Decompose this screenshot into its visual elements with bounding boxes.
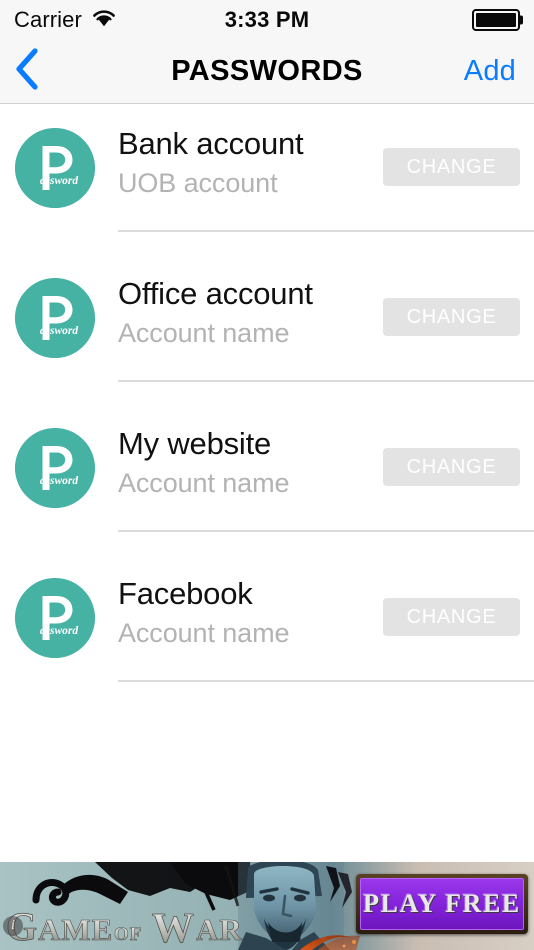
wifi-icon bbox=[91, 8, 117, 32]
list-item-title: Bank account bbox=[118, 126, 304, 161]
play-free-label: PLAY FREE bbox=[363, 889, 521, 918]
list-item-subtitle: Account name bbox=[118, 468, 290, 498]
svg-text:assword: assword bbox=[40, 475, 79, 487]
list-item-texts: Facebook Account name bbox=[118, 572, 383, 652]
list-item[interactable]: assword Bank account UOB account CHANGE bbox=[0, 104, 534, 254]
list-separator bbox=[118, 680, 534, 682]
list-separator bbox=[118, 230, 534, 232]
add-button[interactable]: Add bbox=[464, 40, 516, 103]
status-bar-left: Carrier bbox=[14, 7, 117, 33]
back-button[interactable] bbox=[14, 40, 70, 103]
password-list: assword Bank account UOB account CHANGE … bbox=[0, 104, 534, 704]
change-button[interactable]: CHANGE bbox=[383, 148, 520, 186]
list-separator bbox=[118, 380, 534, 382]
list-item-title: Facebook bbox=[118, 576, 253, 611]
list-item-texts: Bank account UOB account bbox=[118, 122, 383, 202]
chevron-left-icon bbox=[14, 48, 40, 95]
list-item-title: Office account bbox=[118, 276, 313, 311]
svg-text:assword: assword bbox=[40, 175, 79, 187]
ad-info-icon[interactable]: i bbox=[3, 916, 23, 936]
navigation-bar: PASSWORDS Add bbox=[0, 40, 534, 104]
play-free-button[interactable]: PLAY FREE bbox=[356, 874, 528, 934]
svg-text:AR: AR bbox=[196, 912, 243, 947]
password-logo-icon: assword bbox=[15, 278, 95, 358]
password-logo-icon: assword bbox=[15, 428, 95, 508]
list-item-subtitle: UOB account bbox=[118, 168, 278, 198]
list-item-title: My website bbox=[118, 426, 272, 461]
svg-text:AME: AME bbox=[38, 912, 113, 947]
list-item[interactable]: assword Office account Account name CHAN… bbox=[0, 254, 534, 404]
list-item-texts: My website Account name bbox=[118, 422, 383, 502]
carrier-label: Carrier bbox=[14, 7, 82, 32]
change-button[interactable]: CHANGE bbox=[383, 298, 520, 336]
list-item-texts: Office account Account name bbox=[118, 272, 383, 352]
page-title: PASSWORDS bbox=[171, 55, 363, 87]
list-item[interactable]: assword Facebook Account name CHANGE bbox=[0, 554, 534, 704]
change-button[interactable]: CHANGE bbox=[383, 448, 520, 486]
password-logo-icon: assword bbox=[15, 128, 95, 208]
status-bar-right bbox=[472, 9, 523, 31]
list-item-subtitle: Account name bbox=[118, 618, 290, 648]
list-separator bbox=[118, 530, 534, 532]
password-logo-icon: assword bbox=[15, 578, 95, 658]
status-bar: Carrier 3:33 PM bbox=[0, 0, 534, 40]
ad-banner[interactable]: G AME OF W AR i PLAY FREE bbox=[0, 862, 534, 950]
svg-text:assword: assword bbox=[40, 325, 79, 337]
list-item[interactable]: assword My website Account name CHANGE bbox=[0, 404, 534, 554]
svg-text:assword: assword bbox=[40, 625, 79, 637]
svg-text:OF: OF bbox=[114, 924, 142, 945]
battery-full-icon bbox=[472, 9, 523, 31]
change-button[interactable]: CHANGE bbox=[383, 598, 520, 636]
svg-text:W: W bbox=[152, 906, 194, 950]
list-item-subtitle: Account name bbox=[118, 318, 290, 348]
